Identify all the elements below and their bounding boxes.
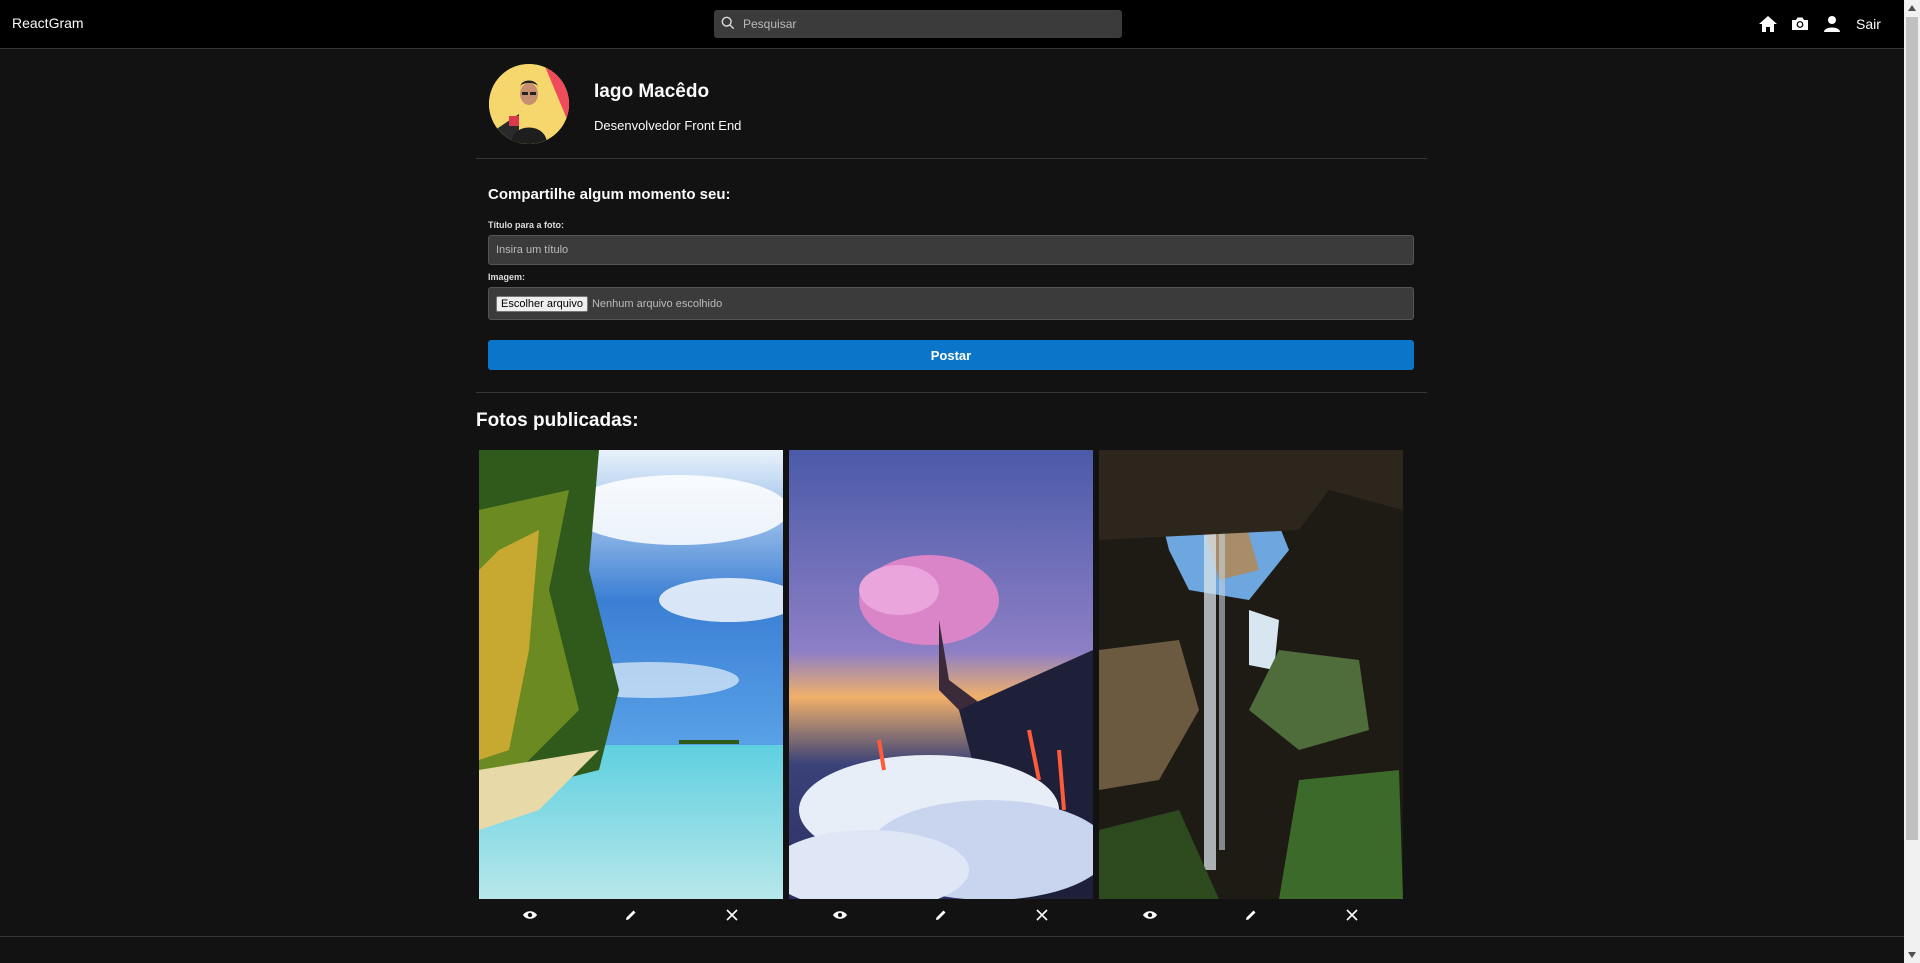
home-icon[interactable] xyxy=(1757,13,1779,35)
pencil-icon[interactable] xyxy=(1243,907,1259,923)
user-icon[interactable] xyxy=(1821,13,1843,35)
brand-logo[interactable]: ReactGram xyxy=(12,15,84,31)
close-icon[interactable] xyxy=(1034,907,1050,923)
close-icon[interactable] xyxy=(1344,907,1360,923)
photos-heading: Fotos publicadas: xyxy=(476,410,639,431)
post-button[interactable]: Postar xyxy=(488,340,1414,370)
footer-divider xyxy=(0,936,1904,937)
photo-cave-waterfall[interactable] xyxy=(1099,450,1403,899)
scrollbar-thumb[interactable] xyxy=(1906,17,1918,840)
profile-header: Iago Macêdo Desenvolvedor Front End xyxy=(476,50,1427,159)
image-label: Imagem: xyxy=(488,272,526,282)
profile-bio: Desenvolvedor Front End xyxy=(594,118,742,133)
avatar xyxy=(489,64,569,144)
photo-actions xyxy=(1099,904,1403,926)
photo-actions xyxy=(789,904,1093,926)
logout-link[interactable]: Sair xyxy=(1856,16,1881,32)
search-input[interactable] xyxy=(741,16,1122,32)
scroll-down-arrow-icon[interactable] xyxy=(1904,947,1920,963)
new-photo-form: Compartilhe algum momento seu: Título pa… xyxy=(476,160,1427,393)
photo-title-input[interactable] xyxy=(488,235,1414,265)
eye-icon[interactable] xyxy=(832,907,848,923)
photo-actions xyxy=(479,904,783,926)
close-icon[interactable] xyxy=(724,907,740,923)
photo-beach[interactable] xyxy=(479,450,783,899)
profile-name: Iago Macêdo xyxy=(594,81,710,102)
form-heading: Compartilhe algum momento seu: xyxy=(488,186,731,203)
camera-icon[interactable] xyxy=(1789,13,1811,35)
pencil-icon[interactable] xyxy=(933,907,949,923)
scrollbar[interactable] xyxy=(1904,0,1920,963)
photo-blossom-tree[interactable] xyxy=(789,450,1093,899)
title-label: Título para a foto: xyxy=(488,220,564,230)
file-status: Nenhum arquivo escolhido xyxy=(591,297,723,310)
eye-icon[interactable] xyxy=(522,907,538,923)
navbar: ReactGram Sair xyxy=(0,0,1904,49)
search-icon xyxy=(721,16,737,32)
scroll-up-arrow-icon[interactable] xyxy=(1904,0,1920,16)
image-file-input[interactable]: Escolher arquivo Nenhum arquivo escolhid… xyxy=(488,287,1414,320)
eye-icon[interactable] xyxy=(1142,907,1158,923)
search-bar[interactable] xyxy=(714,10,1122,38)
pencil-icon[interactable] xyxy=(623,907,639,923)
choose-file-button[interactable]: Escolher arquivo xyxy=(496,295,588,312)
